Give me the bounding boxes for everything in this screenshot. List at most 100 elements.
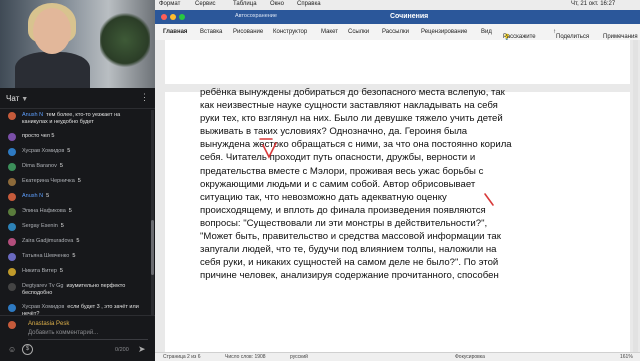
- avatar: [8, 178, 16, 186]
- char-counter: 0/200: [115, 347, 129, 353]
- chat-scrollbar[interactable]: [151, 110, 154, 315]
- avatar: [8, 304, 16, 312]
- avatar: [8, 238, 16, 246]
- document-line: "Может быть, правительство и средства ма…: [200, 231, 501, 243]
- chat-message: Хусрав Хомидов 5: [0, 146, 150, 157]
- document-line: окружающими людьми и с самим собой. Авто…: [200, 178, 476, 190]
- autosave-label[interactable]: Автосохранение: [235, 13, 277, 19]
- zoom-level[interactable]: 161%: [620, 354, 633, 360]
- chat-message: Dima Baranov 5: [0, 161, 150, 172]
- avatar: [8, 112, 16, 120]
- tab-insert[interactable]: Вставка: [200, 29, 222, 35]
- menu-item-format[interactable]: Формат: [159, 1, 180, 7]
- chat-message: просто чел 5: [0, 131, 150, 142]
- chat-message: Degtyarev Tv Gg изумительно перфекто бесп…: [0, 281, 150, 299]
- document-line: происходящему, и вплоть до финала произв…: [200, 204, 486, 216]
- tab-layout[interactable]: Макет: [321, 29, 338, 35]
- tab-review[interactable]: Рецензирование: [421, 29, 467, 35]
- tab-draw[interactable]: Рисование: [233, 29, 263, 35]
- chat-author-name: Dima Baranov: [22, 163, 57, 169]
- document-line: себя. Читатель проходит путь опасности, …: [200, 152, 476, 164]
- chat-message: Zaira Gadjimuradova 5: [0, 236, 150, 247]
- chat-author-name: Элина Нафикова: [22, 208, 66, 214]
- chat-title-label: Чат: [6, 94, 20, 103]
- menu-item-tools[interactable]: Сервис: [195, 1, 216, 7]
- chat-message-text: 5: [59, 268, 63, 274]
- cam-plant: [100, 10, 150, 70]
- document-scrollbar[interactable]: [633, 40, 638, 352]
- super-chat-icon[interactable]: $: [22, 344, 33, 355]
- document-title: Сочинения: [390, 13, 429, 20]
- document-canvas[interactable]: ребёнка вынуждены добираться до безопасн…: [155, 40, 640, 352]
- tab-references[interactable]: Ссылки: [348, 29, 369, 35]
- chat-message-text: 5: [76, 238, 80, 244]
- document-line: выживать в таких условиях? Однозначно, д…: [200, 126, 468, 138]
- chat-message-text: 5: [67, 148, 71, 154]
- chat-title-dropdown[interactable]: Чат ▼: [6, 94, 28, 103]
- stream-panel: Чат ▼ ⋮ Anush Nтем более, кто-то уезжает …: [0, 0, 155, 361]
- chat-message-list[interactable]: Anush Nтем более, кто-то уезжает на кани…: [0, 110, 150, 315]
- avatar: [8, 208, 16, 216]
- minimize-window-button[interactable]: [170, 14, 176, 20]
- previous-page-bottom: [165, 40, 630, 84]
- zoom-window-button[interactable]: [179, 14, 185, 20]
- avatar: [8, 148, 16, 156]
- chat-message-text: просто чел 5: [22, 133, 55, 139]
- chat-author-name: Anush N: [22, 193, 44, 199]
- page-indicator[interactable]: Страница 2 из 6: [163, 354, 200, 360]
- menu-item-help[interactable]: Справка: [297, 1, 321, 7]
- chat-message: Sergay Esenin 5: [0, 221, 150, 232]
- mac-menubar: Формат Сервис Таблица Окно Справка Чт, 2…: [155, 0, 640, 10]
- chat-author-name: Татьяна Шевченко: [22, 253, 70, 259]
- cam-person-face: [33, 8, 71, 54]
- document-line: ситуацию так, что невозможно дать адеква…: [200, 191, 447, 203]
- word-count[interactable]: Число слов: 1908: [225, 354, 266, 360]
- word-titlebar: Автосохранение Сочинения: [155, 10, 640, 24]
- chat-author-name: Хусрав Хомидов: [22, 148, 65, 154]
- emoji-icon[interactable]: ☺: [8, 345, 16, 354]
- avatar: [8, 283, 16, 291]
- document-line: себя руки, и никаких сущностей на самом …: [200, 257, 499, 269]
- chat-input-username: Anastasia Pesk: [28, 321, 70, 327]
- chat-message: Никита Витер 5: [0, 266, 150, 277]
- menu-item-window[interactable]: Окно: [270, 1, 284, 7]
- chat-scroll-thumb[interactable]: [151, 220, 154, 275]
- document-line: ребёнка вынуждены добираться до безопасн…: [200, 87, 505, 98]
- chat-message-text: 5: [46, 193, 50, 199]
- more-options-icon[interactable]: ⋮: [140, 92, 149, 103]
- avatar: [8, 193, 16, 201]
- language-indicator[interactable]: русский: [290, 354, 308, 360]
- document-line: как неизвестные науке сущности заставляю…: [200, 100, 498, 112]
- chat-message: Хусрав Хомидов если будет 3 , это зачёт и…: [0, 302, 150, 315]
- avatar: [8, 321, 16, 329]
- comment-input[interactable]: Добавить комментарий...: [28, 330, 98, 336]
- document-line: причине человек, анализируя содержание п…: [200, 270, 499, 282]
- document-body-text[interactable]: ребёнка вынуждены добираться до безопасн…: [200, 86, 580, 282]
- tab-view[interactable]: Вид: [481, 29, 492, 35]
- chat-message: Anush Nтем более, кто-то уезжает на кани…: [0, 110, 150, 128]
- chevron-down-icon: ▼: [21, 96, 29, 103]
- avatar: [8, 163, 16, 171]
- chat-message: Екатерина Черничка 5: [0, 176, 150, 187]
- document-line: вынуждена жестоко обращаться с ними, за …: [200, 139, 512, 151]
- document-line: запугали людей, что те, будучи под влиян…: [200, 244, 497, 256]
- tab-mailings[interactable]: Рассылки: [382, 29, 409, 35]
- focus-mode-button[interactable]: Фокусировка: [455, 354, 485, 360]
- close-window-button[interactable]: [161, 14, 167, 20]
- chat-author-name: Екатерина Черничка: [22, 178, 75, 184]
- chat-message-text: 5: [68, 208, 72, 214]
- tab-design[interactable]: Конструктор: [273, 29, 307, 35]
- menu-item-table[interactable]: Таблица: [233, 1, 257, 7]
- chat-input-area: Anastasia Pesk Добавить комментарий... ☺…: [0, 315, 155, 361]
- chat-message: Татьяна Шевченко 5: [0, 251, 150, 262]
- comment-input-underline: [28, 339, 148, 340]
- tab-home[interactable]: Главная: [163, 29, 187, 35]
- share-button[interactable]: ↑ Поделиться: [553, 29, 589, 40]
- send-icon[interactable]: ➤: [138, 344, 146, 355]
- chat-author-name: Degtyarev Tv Gg: [22, 283, 64, 289]
- chat-message-text: 5: [59, 163, 63, 169]
- ink-slash-annotation: [484, 193, 494, 206]
- chat-message-text: 5: [72, 253, 76, 259]
- chat-header: Чат ▼ ⋮: [0, 90, 155, 109]
- clock: Чт, 21 окт. 16:27: [571, 1, 616, 7]
